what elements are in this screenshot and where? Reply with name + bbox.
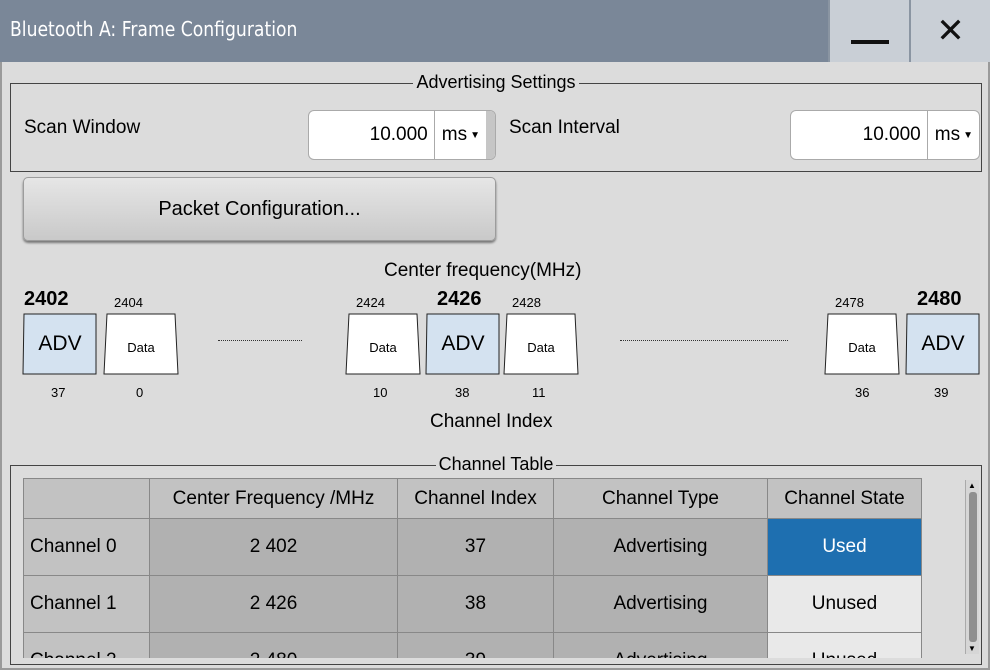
channel-block-data: Data <box>103 313 179 375</box>
channel-freq-label: 2402 <box>24 288 69 310</box>
channel-block-data: Data <box>503 313 579 375</box>
index-cell: 37 <box>397 518 554 576</box>
index-cell: 39 <box>397 632 554 658</box>
scroll-down-icon[interactable]: ▼ <box>968 644 976 653</box>
channel-type-label: Data <box>527 339 555 355</box>
channel-freq-label: 2428 <box>512 295 541 310</box>
channel-block-adv: ADV <box>425 313 501 375</box>
column-header: Channel Index <box>397 478 554 519</box>
frequency-cell: 2 426 <box>149 575 398 633</box>
close-button[interactable]: ✕ <box>909 0 990 62</box>
channel-index-label: 36 <box>855 385 870 400</box>
state-cell[interactable]: Unused <box>767 575 922 633</box>
scan-interval-value: 10.000 <box>862 124 921 145</box>
channel-block-adv: ADV <box>905 313 981 375</box>
channel-freq-label: 2404 <box>114 295 143 310</box>
index-cell: 38 <box>397 575 554 633</box>
channel-block-data: Data <box>824 313 900 375</box>
column-header: Channel State <box>767 478 922 519</box>
channel-index-label: 0 <box>136 385 144 400</box>
column-header: Channel Type <box>553 478 768 519</box>
state-cell[interactable]: Unused <box>767 632 922 658</box>
channel-block-adv: ADV <box>22 313 98 375</box>
type-cell: Advertising <box>553 575 768 633</box>
row-header: Channel 0 <box>23 518 150 576</box>
column-header: Center Frequency /MHz <box>149 478 398 519</box>
column-header <box>23 478 150 519</box>
scan-interval-label: Scan Interval <box>509 117 620 138</box>
scroll-up-icon[interactable]: ▲ <box>968 481 976 490</box>
ellipsis-line <box>620 340 788 341</box>
advertising-settings-legend: Advertising Settings <box>413 72 579 92</box>
channel-index-label: 10 <box>373 385 388 400</box>
frequency-cell: 2 480 <box>149 632 398 658</box>
scan-interval-input[interactable]: 10.000 ms ▼ <box>790 110 980 160</box>
channel-table-legend: Channel Table <box>435 454 557 474</box>
channel-index-label: 38 <box>455 385 470 400</box>
scan-window-label: Scan Window <box>24 117 141 138</box>
channel-type-label: Data <box>127 339 155 355</box>
channel-type-label: Data <box>369 339 397 355</box>
type-cell: Advertising <box>553 632 768 658</box>
diagram-title: Center frequency(MHz) <box>384 260 582 281</box>
channel-freq-label: 2480 <box>917 288 962 310</box>
channel-block-data: Data <box>345 313 421 375</box>
channel-type-label: ADV <box>38 332 82 355</box>
table-scrollbar[interactable]: ▲ ▼ <box>965 480 979 654</box>
channel-table: Center Frequency /MHz Channel Index Chan… <box>23 478 966 658</box>
scan-window-unit-select[interactable]: ms ▼ <box>433 111 495 159</box>
scan-interval-unit: ms <box>934 124 961 145</box>
window-title: Bluetooth A: Frame Configuration <box>10 17 298 41</box>
channel-freq-label: 2426 <box>437 288 482 310</box>
scan-interval-unit-select[interactable]: ms ▼ <box>926 111 979 159</box>
row-header: Channel 2 <box>23 632 150 658</box>
channel-freq-label: 2424 <box>356 295 385 310</box>
channel-freq-label: 2478 <box>835 295 864 310</box>
state-cell[interactable]: Used <box>767 518 922 576</box>
table-row: Channel 1 2 426 38 Advertising Unused <box>23 575 922 633</box>
scrollbar-thumb[interactable] <box>969 492 977 642</box>
minimize-icon <box>850 40 889 44</box>
scan-window-value: 10.000 <box>369 124 428 145</box>
ellipsis-line <box>218 340 302 341</box>
type-cell: Advertising <box>553 518 768 576</box>
channel-type-label: ADV <box>921 332 965 355</box>
row-header: Channel 1 <box>23 575 150 633</box>
channel-type-label: ADV <box>441 332 485 355</box>
chevron-down-icon: ▼ <box>963 129 973 141</box>
title-bar: Bluetooth A: Frame Configuration ✕ <box>0 0 990 62</box>
channel-index-label: 37 <box>51 385 66 400</box>
channel-index-label: 39 <box>934 385 949 400</box>
close-icon: ✕ <box>936 11 965 51</box>
frequency-cell: 2 402 <box>149 518 398 576</box>
channel-type-label: Data <box>848 339 876 355</box>
minimize-button[interactable] <box>828 0 909 62</box>
scan-window-input[interactable]: 10.000 ms ▼ <box>308 110 496 160</box>
table-row: Channel 0 2 402 37 Advertising Used <box>23 518 922 576</box>
scan-window-unit: ms <box>441 124 468 145</box>
table-header-row: Center Frequency /MHz Channel Index Chan… <box>23 478 922 519</box>
channel-index-label: 11 <box>532 385 546 400</box>
packet-configuration-button[interactable]: Packet Configuration... <box>23 177 496 241</box>
chevron-down-icon: ▼ <box>470 129 480 141</box>
table-row: Channel 2 2 480 39 Advertising Unused <box>23 632 922 658</box>
diagram-footer: Channel Index <box>430 411 553 432</box>
